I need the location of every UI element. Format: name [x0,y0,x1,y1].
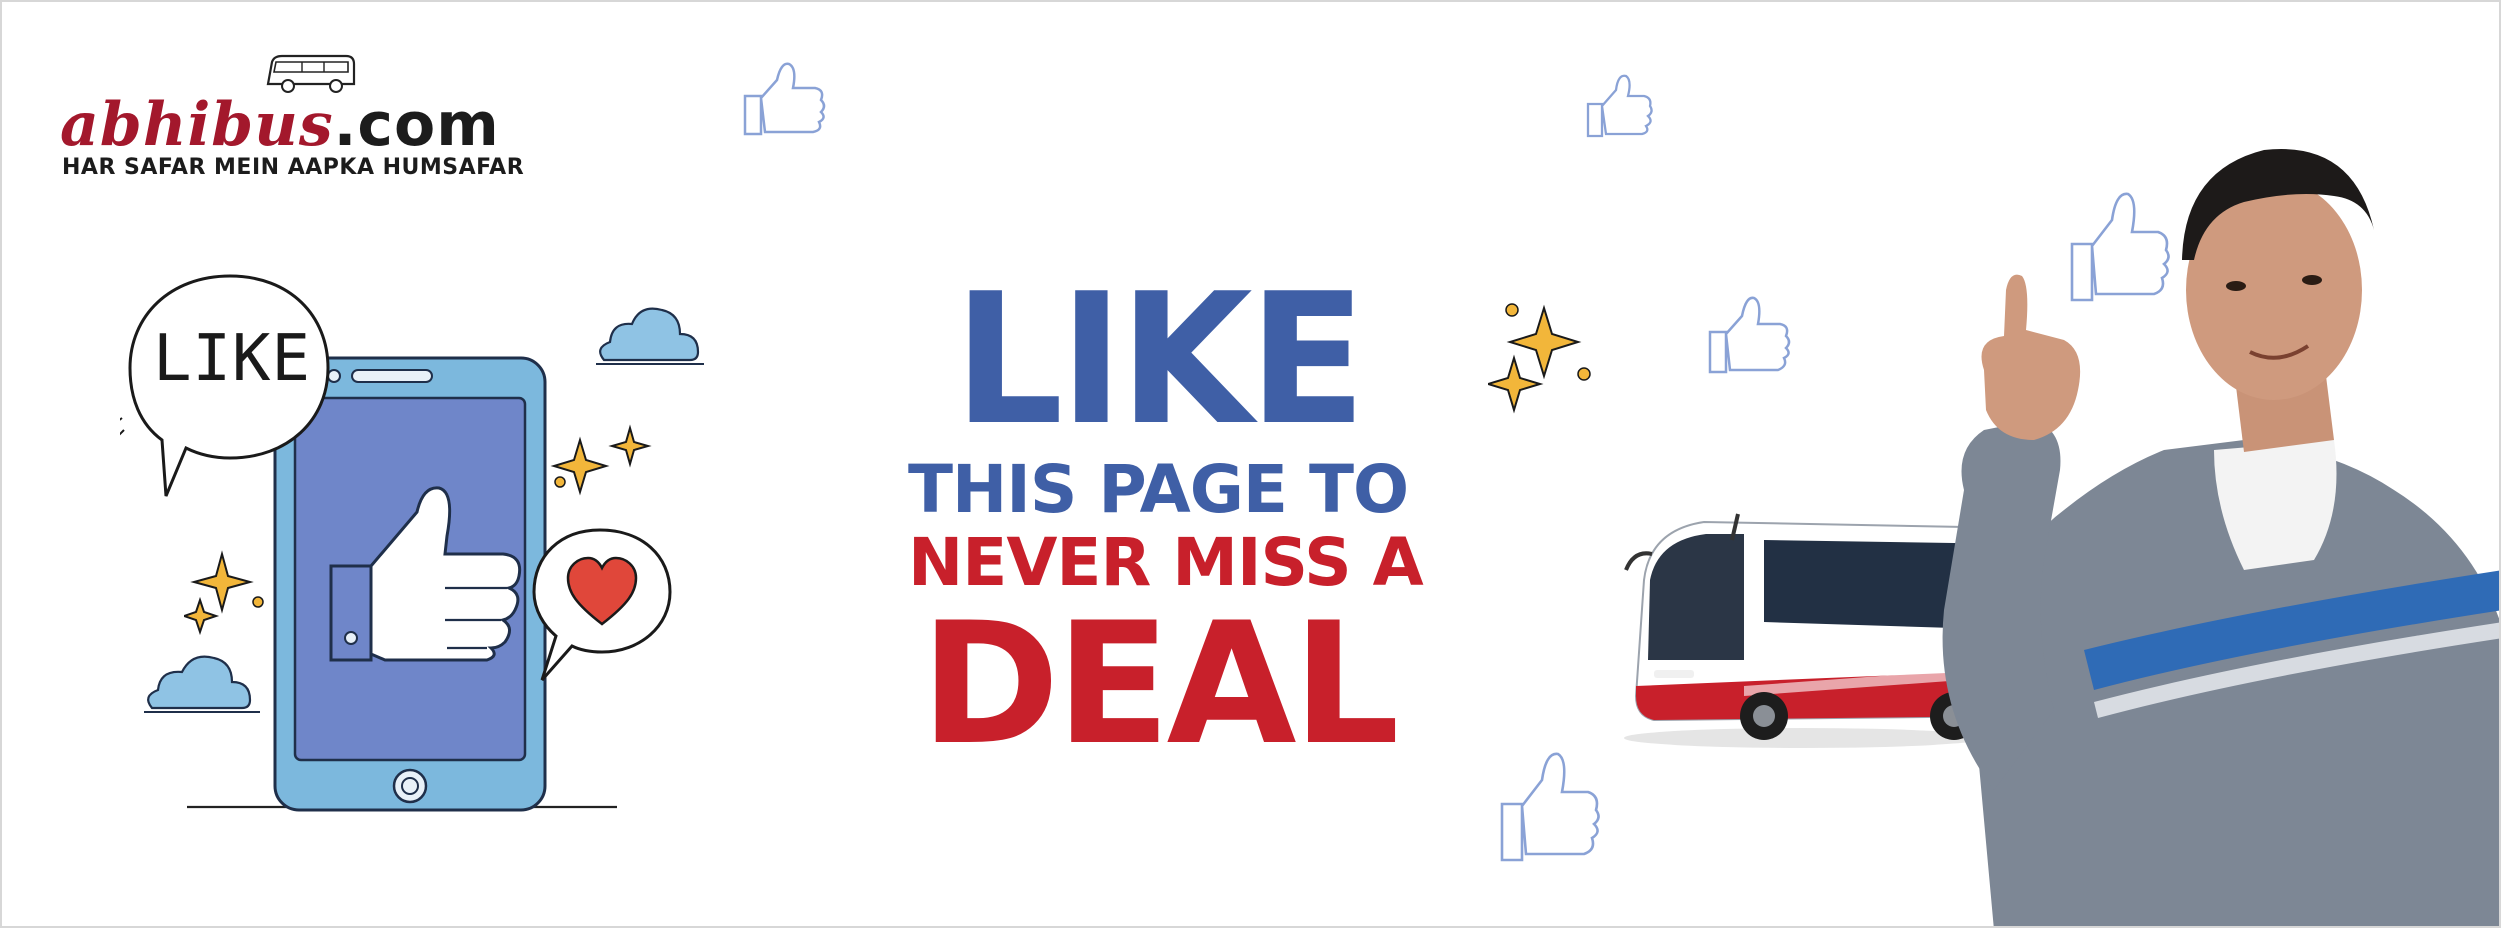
logo-tld-text: .com [333,90,500,160]
thumbs-up-icon [329,486,522,662]
sparkle-icon [184,550,264,636]
banner: abhibus.com HAR SAFAR MEIN AAPKA HUMSAFA… [0,0,2501,928]
cloud-icon [596,307,704,365]
sparkle-icon [550,424,652,496]
abhibus-logo[interactable]: abhibus.com HAR SAFAR MEIN AAPKA HUMSAFA… [60,52,524,192]
thumbs-up-icon [1500,752,1600,862]
thumbs-up-icon [743,62,826,136]
headline-deal: DEAL [920,586,1399,782]
speech-bubble-text: LIKE [152,322,312,396]
headline-this-page-to: THIS PAGE TO [908,451,1409,528]
phone-home-button [392,768,428,804]
phone-speaker [351,369,433,383]
logo-wordmark: abhibus.com [60,90,500,160]
logo-tagline: HAR SAFAR MEIN AAPKA HUMSAFAR [62,155,525,180]
sparkle-icon [1488,303,1591,414]
thumbs-up-icon [1586,74,1653,138]
thumbs-up-icon [1708,296,1791,374]
cloud-icon [144,655,260,713]
heart-bubble-icon [532,528,672,681]
headline-like: LIKE [953,253,1366,465]
brand-ambassador-image [1942,149,2499,926]
logo-brand-text: abhibus [60,90,334,160]
